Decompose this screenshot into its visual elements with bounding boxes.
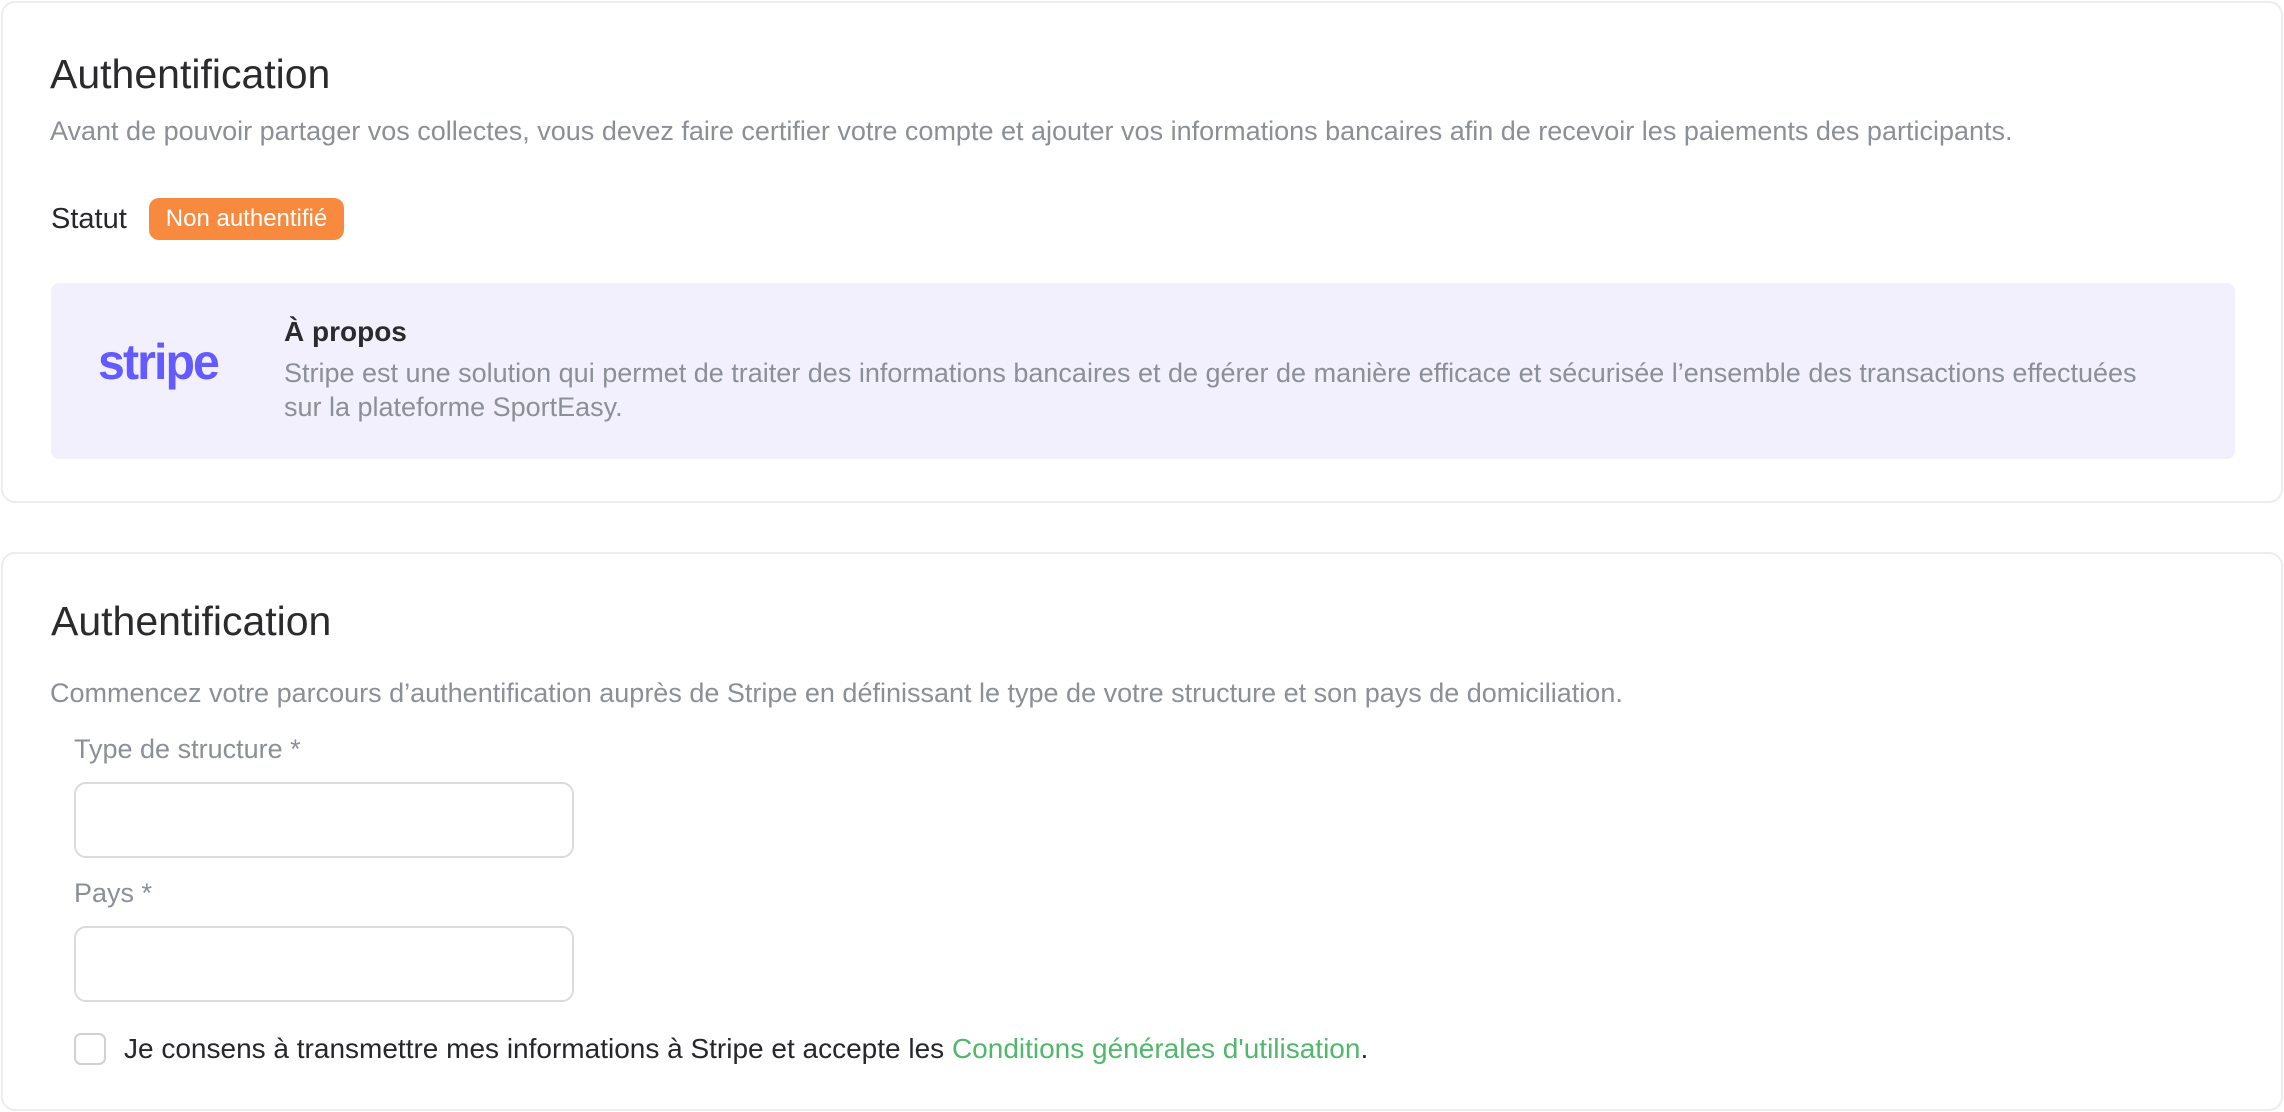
consent-row: Je consens à transmettre mes information…	[74, 1032, 1368, 1066]
overview-title: Authentification	[50, 51, 331, 97]
about-text: Stripe est une solution qui permet de tr…	[284, 358, 2137, 422]
status-row: Statut Non authentifié	[51, 197, 345, 241]
stripe-about-box: stripe À propos Stripe est une solution …	[51, 283, 2235, 459]
form-title: Authentification	[51, 598, 332, 644]
consent-text-before: Je consens à transmettre mes information…	[124, 1033, 952, 1064]
form-description: Commencez votre parcours d’authentificat…	[50, 678, 1623, 708]
structure-type-input[interactable]	[74, 782, 574, 858]
consent-text-after: .	[1360, 1033, 1369, 1064]
authentication-overview-card: Authentification Avant de pouvoir partag…	[1, 1, 2283, 503]
overview-description: Avant de pouvoir partager vos collectes,…	[50, 116, 2013, 146]
about-title: À propos	[284, 316, 407, 347]
country-input[interactable]	[74, 926, 574, 1002]
consent-checkbox[interactable]	[74, 1033, 106, 1065]
authentication-form-card: Authentification Commencez votre parcour…	[1, 552, 2283, 1111]
status-label: Statut	[51, 202, 127, 235]
stripe-logo: stripe	[98, 337, 220, 390]
terms-link[interactable]: Conditions générales d'utilisation	[952, 1033, 1361, 1064]
country-label: Pays *	[74, 878, 153, 908]
status-badge: Non authentifié	[148, 198, 345, 240]
stripe-logo-text: stripe	[98, 337, 219, 390]
consent-text: Je consens à transmettre mes information…	[124, 1033, 1368, 1065]
structure-type-label: Type de structure *	[74, 734, 301, 764]
